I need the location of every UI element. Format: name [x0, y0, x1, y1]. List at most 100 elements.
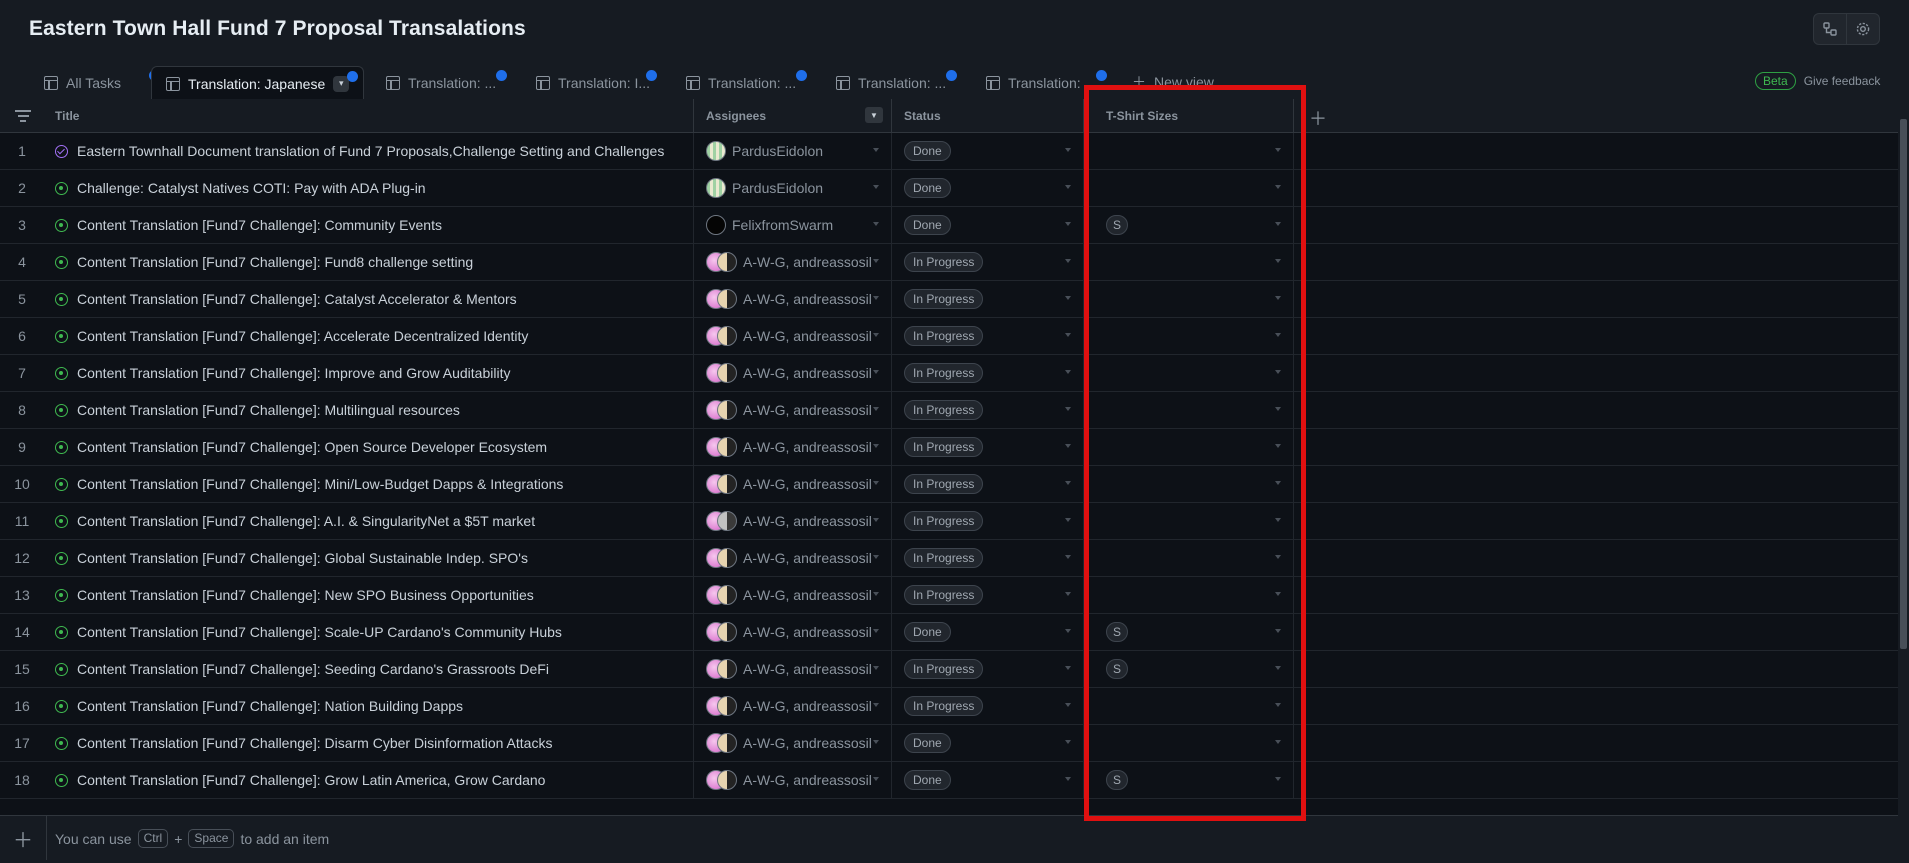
title-cell[interactable]: Content Translation [Fund7 Challenge]: M…: [44, 392, 694, 428]
dropdown-caret-icon[interactable]: [873, 629, 879, 633]
title-cell[interactable]: Content Translation [Fund7 Challenge]: N…: [44, 577, 694, 613]
dropdown-caret-icon[interactable]: [1275, 185, 1281, 189]
dropdown-caret-icon[interactable]: [1065, 629, 1071, 633]
filter-button[interactable]: [0, 99, 44, 132]
table-row[interactable]: 12 Content Translation [Fund7 Challenge]:…: [0, 540, 1898, 577]
dropdown-caret-icon[interactable]: [873, 333, 879, 337]
tshirt-size-cell[interactable]: [1084, 281, 1294, 317]
status-cell[interactable]: In Progress: [892, 466, 1084, 502]
status-cell[interactable]: In Progress: [892, 503, 1084, 539]
tshirt-size-cell[interactable]: [1084, 133, 1294, 169]
dropdown-caret-icon[interactable]: [1065, 518, 1071, 522]
item-title-link[interactable]: Content Translation [Fund7 Challenge]: A…: [77, 328, 528, 344]
dropdown-caret-icon[interactable]: [1275, 481, 1281, 485]
item-title-link[interactable]: Content Translation [Fund7 Challenge]: N…: [77, 698, 463, 714]
status-cell[interactable]: Done: [892, 725, 1084, 761]
table-row[interactable]: 5 Content Translation [Fund7 Challenge]: …: [0, 281, 1898, 318]
dropdown-caret-icon[interactable]: [1065, 296, 1071, 300]
dropdown-caret-icon[interactable]: [1275, 592, 1281, 596]
dropdown-caret-icon[interactable]: [1065, 148, 1071, 152]
dropdown-caret-icon[interactable]: [873, 777, 879, 781]
item-title-link[interactable]: Content Translation [Fund7 Challenge]: S…: [77, 624, 562, 640]
tshirt-size-cell[interactable]: S: [1084, 614, 1294, 650]
tshirt-size-cell[interactable]: S: [1084, 207, 1294, 243]
item-title-link[interactable]: Content Translation [Fund7 Challenge]: O…: [77, 439, 547, 455]
assignees-cell[interactable]: A-W-G, andreassosil: [694, 503, 892, 539]
dropdown-caret-icon[interactable]: [1275, 777, 1281, 781]
column-tshirt-sizes[interactable]: T-Shirt Sizes: [1084, 99, 1294, 132]
dropdown-caret-icon[interactable]: [1275, 555, 1281, 559]
dropdown-caret-icon[interactable]: [1275, 444, 1281, 448]
dropdown-caret-icon[interactable]: [1065, 259, 1071, 263]
dropdown-caret-icon[interactable]: [873, 222, 879, 226]
status-cell[interactable]: In Progress: [892, 651, 1084, 687]
assignees-cell[interactable]: A-W-G, andreassosil: [694, 281, 892, 317]
dropdown-caret-icon[interactable]: [1065, 370, 1071, 374]
status-cell[interactable]: In Progress: [892, 540, 1084, 576]
table-row[interactable]: 18 Content Translation [Fund7 Challenge]:…: [0, 762, 1898, 799]
assignees-cell[interactable]: A-W-G, andreassosil: [694, 725, 892, 761]
assignees-cell[interactable]: A-W-G, andreassosil: [694, 577, 892, 613]
dropdown-caret-icon[interactable]: [1065, 333, 1071, 337]
tab-translation-6[interactable]: Translation: ...: [822, 66, 960, 99]
tshirt-size-cell[interactable]: [1084, 725, 1294, 761]
dropdown-caret-icon[interactable]: [1065, 222, 1071, 226]
column-menu-chevron-icon[interactable]: ▼: [865, 107, 883, 123]
scrollbar-thumb[interactable]: [1900, 119, 1907, 649]
table-row[interactable]: 8 Content Translation [Fund7 Challenge]: …: [0, 392, 1898, 429]
dropdown-caret-icon[interactable]: [1275, 259, 1281, 263]
tab-translation-3[interactable]: Translation: ...: [372, 66, 510, 99]
status-cell[interactable]: Done: [892, 762, 1084, 798]
dropdown-caret-icon[interactable]: [873, 444, 879, 448]
title-cell[interactable]: Content Translation [Fund7 Challenge]: G…: [44, 540, 694, 576]
dropdown-caret-icon[interactable]: [1275, 148, 1281, 152]
title-cell[interactable]: Content Translation [Fund7 Challenge]: F…: [44, 244, 694, 280]
tshirt-size-cell[interactable]: [1084, 466, 1294, 502]
tab-translation-4[interactable]: Translation: I...: [522, 66, 664, 99]
tshirt-size-cell[interactable]: [1084, 688, 1294, 724]
title-cell[interactable]: Content Translation [Fund7 Challenge]: M…: [44, 466, 694, 502]
tab-translation-5[interactable]: Translation: ...: [672, 66, 810, 99]
add-item-input[interactable]: You can use Ctrl + Space to add an item: [55, 829, 329, 848]
dropdown-caret-icon[interactable]: [1275, 629, 1281, 633]
dropdown-caret-icon[interactable]: [873, 296, 879, 300]
assignees-cell[interactable]: A-W-G, andreassosil: [694, 762, 892, 798]
dropdown-caret-icon[interactable]: [1065, 777, 1071, 781]
title-cell[interactable]: Content Translation [Fund7 Challenge]: A…: [44, 503, 694, 539]
assignees-cell[interactable]: A-W-G, andreassosil: [694, 355, 892, 391]
tshirt-size-cell[interactable]: [1084, 540, 1294, 576]
item-title-link[interactable]: Content Translation [Fund7 Challenge]: I…: [77, 365, 510, 381]
status-cell[interactable]: Done: [892, 170, 1084, 206]
assignees-cell[interactable]: PardusEidolon: [694, 133, 892, 169]
assignees-cell[interactable]: A-W-G, andreassosil: [694, 392, 892, 428]
table-row[interactable]: 6 Content Translation [Fund7 Challenge]: …: [0, 318, 1898, 355]
assignees-cell[interactable]: A-W-G, andreassosil: [694, 429, 892, 465]
dropdown-caret-icon[interactable]: [873, 703, 879, 707]
dropdown-caret-icon[interactable]: [1275, 518, 1281, 522]
table-row[interactable]: 11 Content Translation [Fund7 Challenge]:…: [0, 503, 1898, 540]
tab-all-tasks[interactable]: All Tasks: [30, 66, 160, 99]
dropdown-caret-icon[interactable]: [1065, 185, 1071, 189]
item-title-link[interactable]: Content Translation [Fund7 Challenge]: A…: [77, 513, 535, 529]
tshirt-size-cell[interactable]: [1084, 503, 1294, 539]
table-row[interactable]: 1 Eastern Townhall Document translation o…: [0, 133, 1898, 170]
workflows-icon[interactable]: [1814, 14, 1846, 44]
table-row[interactable]: 9 Content Translation [Fund7 Challenge]: …: [0, 429, 1898, 466]
title-cell[interactable]: Content Translation [Fund7 Challenge]: I…: [44, 355, 694, 391]
status-cell[interactable]: Done: [892, 133, 1084, 169]
title-cell[interactable]: Content Translation [Fund7 Challenge]: C…: [44, 281, 694, 317]
assignees-cell[interactable]: A-W-G, andreassosil: [694, 244, 892, 280]
dropdown-caret-icon[interactable]: [1065, 407, 1071, 411]
assignees-cell[interactable]: A-W-G, andreassosil: [694, 318, 892, 354]
status-cell[interactable]: In Progress: [892, 244, 1084, 280]
dropdown-caret-icon[interactable]: [1275, 370, 1281, 374]
title-cell[interactable]: Content Translation [Fund7 Challenge]: S…: [44, 614, 694, 650]
dropdown-caret-icon[interactable]: [873, 370, 879, 374]
status-cell[interactable]: In Progress: [892, 429, 1084, 465]
title-cell[interactable]: Content Translation [Fund7 Challenge]: D…: [44, 725, 694, 761]
dropdown-caret-icon[interactable]: [873, 481, 879, 485]
tshirt-size-cell[interactable]: [1084, 244, 1294, 280]
settings-gear-icon[interactable]: [1846, 14, 1879, 44]
item-title-link[interactable]: Content Translation [Fund7 Challenge]: G…: [77, 772, 545, 788]
tshirt-size-cell[interactable]: [1084, 318, 1294, 354]
